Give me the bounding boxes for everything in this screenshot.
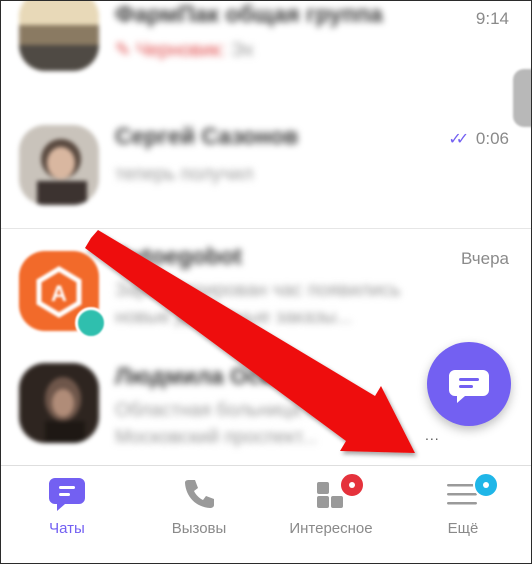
more-ellipsis: ... bbox=[425, 427, 440, 443]
bottom-tab-bar: Чаты Вызовы Интересное Ещё bbox=[1, 465, 531, 563]
tab-label: Вызовы bbox=[171, 520, 227, 537]
chat-compose-icon bbox=[449, 370, 489, 403]
fast-scroll-handle[interactable] bbox=[513, 69, 531, 127]
chat-bubble-icon bbox=[49, 478, 85, 511]
chat-name: Людмила Осипова bbox=[115, 363, 330, 389]
double-check-icon: ✓✓ bbox=[448, 131, 469, 148]
chat-preview: Зарегистрирован час появились новые дост… bbox=[115, 280, 401, 328]
pencil-icon: ✎ bbox=[115, 40, 131, 61]
chat-preview: Областная больница №1 Московский проспек… bbox=[115, 400, 338, 448]
chat-item-person[interactable]: Сергей Сазонов теперь получил ✓✓ 0:06 bbox=[1, 105, 531, 227]
chat-time: 9:14 bbox=[475, 9, 509, 28]
svg-text:A: A bbox=[51, 281, 67, 306]
app-screen: ФармПак общая группа ✎ Черновик: Эх 9:14 bbox=[0, 0, 532, 564]
phone-icon bbox=[185, 480, 214, 508]
chat-name: Avtoegobot bbox=[115, 243, 242, 269]
notification-badge bbox=[473, 472, 499, 498]
tab-label: Интересное bbox=[289, 520, 373, 537]
chat-item-group[interactable]: ФармПак общая группа ✎ Черновик: Эх 9:14 bbox=[1, 1, 531, 105]
tab-more[interactable]: Ещё bbox=[397, 466, 529, 563]
chat-time: ✓✓ 0:06 bbox=[448, 129, 509, 148]
chat-preview: ✎ Черновик: Эх bbox=[115, 40, 254, 61]
notification-badge bbox=[339, 472, 365, 498]
avatar bbox=[19, 1, 99, 71]
chat-item-bot[interactable]: A Avtoegobot Зарегистрирован час появили… bbox=[1, 229, 531, 341]
compose-button[interactable] bbox=[427, 342, 511, 426]
avatar bbox=[19, 363, 99, 443]
chat-time: Вчера bbox=[461, 249, 509, 268]
tab-label: Ещё bbox=[447, 520, 479, 537]
avatar bbox=[19, 125, 99, 205]
online-badge-icon bbox=[75, 307, 107, 339]
tab-explore[interactable]: Интересное bbox=[265, 466, 397, 563]
tab-label: Чаты bbox=[49, 520, 85, 537]
chat-name: ФармПак общая группа bbox=[115, 1, 383, 27]
tab-chats[interactable]: Чаты bbox=[1, 466, 133, 563]
chat-name: Сергей Сазонов bbox=[115, 123, 299, 149]
chat-preview: теперь получил bbox=[115, 164, 254, 185]
draft-label: ✎ Черновик: bbox=[115, 40, 226, 61]
tab-calls[interactable]: Вызовы bbox=[133, 466, 265, 563]
